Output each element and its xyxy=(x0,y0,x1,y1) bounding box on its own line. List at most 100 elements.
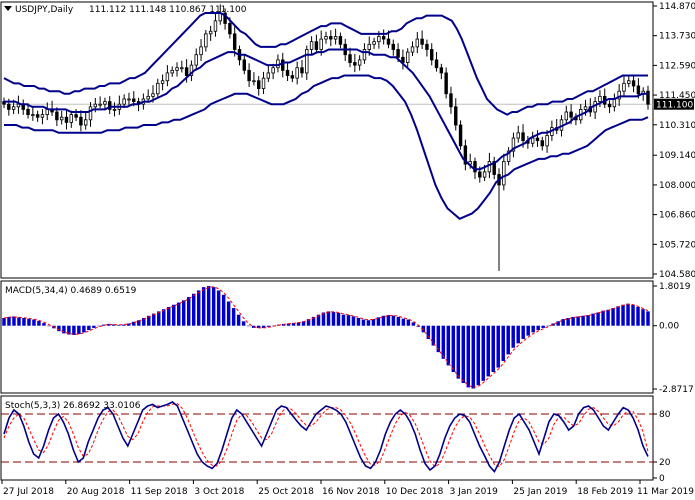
last-price-label: 111.100 xyxy=(656,101,693,111)
macd-bar xyxy=(621,304,625,326)
candle-body xyxy=(127,98,131,101)
candle-body xyxy=(300,67,304,74)
last-price-marker: 111.100 xyxy=(654,98,694,111)
macd-bar xyxy=(536,325,540,331)
candle-body xyxy=(367,43,371,50)
price-tick-label: 106.860 xyxy=(659,211,695,221)
candle-body xyxy=(175,67,179,71)
macd-bar xyxy=(526,325,530,336)
candle-body xyxy=(357,59,362,66)
candle-body xyxy=(165,72,170,82)
macd-bar xyxy=(471,325,476,389)
candle-body xyxy=(247,69,251,82)
candle-body xyxy=(598,95,602,102)
macd-bar xyxy=(511,325,515,348)
price-axis: 114.870113.730112.590111.450110.310109.1… xyxy=(653,2,695,280)
candle-body xyxy=(112,108,117,111)
macd-bar xyxy=(191,293,196,326)
macd-bar xyxy=(152,313,156,326)
candle-body xyxy=(478,171,482,178)
macd-bar xyxy=(531,325,535,333)
candle-body xyxy=(213,20,218,32)
candle-body xyxy=(55,111,59,121)
macd-bar xyxy=(32,319,36,326)
candle-body xyxy=(194,54,198,66)
macd-bar xyxy=(341,314,346,326)
macd-axis: 1.8019 0.00 -2.8717 xyxy=(653,282,694,395)
macd-bar xyxy=(331,312,336,326)
macd-bar xyxy=(176,302,181,326)
candle-body xyxy=(329,36,333,40)
macd-bar xyxy=(431,325,436,346)
candle-body xyxy=(103,101,107,105)
candle-body xyxy=(242,59,247,71)
candle-body xyxy=(69,114,73,123)
time-tick-label: 10 Dec 2018 xyxy=(386,487,444,497)
time-tick-label: 3 Jan 2019 xyxy=(450,487,498,497)
candle-body xyxy=(353,62,357,66)
macd-tick-label: 0.00 xyxy=(659,322,679,332)
candle-body xyxy=(545,135,549,147)
macd-bar xyxy=(626,303,630,326)
candle-body xyxy=(295,67,299,79)
stoch-tick-label: 20 xyxy=(659,458,671,468)
candle-body xyxy=(405,51,410,63)
candle-body xyxy=(391,43,395,50)
macd-bar xyxy=(461,325,466,384)
candle-body xyxy=(59,116,64,121)
macd-bar xyxy=(446,325,451,366)
candle-body xyxy=(444,72,448,95)
macd-bar xyxy=(496,325,500,368)
macd-bar xyxy=(77,325,81,335)
macd-bar xyxy=(87,325,91,331)
macd-bar xyxy=(611,308,615,326)
time-tick-label: 20 Aug 2018 xyxy=(67,487,125,497)
macd-bar xyxy=(606,309,610,326)
candle-body xyxy=(430,49,434,61)
candle-body xyxy=(583,106,588,110)
macd-bar xyxy=(356,317,361,326)
candle-body xyxy=(434,59,439,69)
candle-body xyxy=(530,137,535,144)
macd-bar xyxy=(406,319,411,326)
candle-body xyxy=(631,80,636,87)
macd-bar xyxy=(386,315,391,326)
candle-body xyxy=(7,103,11,110)
macd-bar xyxy=(546,325,550,327)
candle-body xyxy=(151,93,155,97)
usdjpy-chart: 114.870113.730112.590111.450110.310109.1… xyxy=(0,1,695,497)
candle-body xyxy=(564,111,569,121)
macd-bar xyxy=(226,301,231,326)
candle-body xyxy=(324,36,328,40)
candle-body xyxy=(348,54,352,63)
time-tick-label: 16 Nov 2018 xyxy=(322,487,380,497)
macd-bar xyxy=(571,316,575,326)
candle-body xyxy=(338,36,343,45)
candle-body xyxy=(415,38,420,48)
candle-body xyxy=(285,69,290,76)
macd-bar xyxy=(486,325,490,377)
time-axis: 27 Jul 2018 20 Aug 2018 11 Sep 2018 3 Oct 2… xyxy=(1,480,694,497)
candle-body xyxy=(425,43,429,50)
macd-bar xyxy=(22,317,26,326)
macd-bar xyxy=(506,325,510,355)
candle-body xyxy=(204,33,208,48)
candle-body xyxy=(208,30,213,35)
candle-body xyxy=(290,75,295,79)
macd-bar xyxy=(566,317,570,326)
macd-bar xyxy=(92,325,96,328)
candle-body xyxy=(607,103,612,108)
symbol-label: USDJPY,Daily xyxy=(15,5,74,15)
macd-bar xyxy=(371,319,376,326)
macd-bar xyxy=(581,315,585,326)
macd-bar xyxy=(516,325,520,344)
price-tick-label: 105.720 xyxy=(659,240,695,250)
candle-body xyxy=(40,114,45,118)
macd-bar xyxy=(396,316,401,326)
macd-bar xyxy=(616,306,620,326)
candle-body xyxy=(439,67,444,74)
candle-body xyxy=(146,95,150,100)
candle-body xyxy=(271,67,275,74)
price-tick-label: 114.870 xyxy=(659,2,695,12)
price-tick-label: 113.730 xyxy=(659,32,695,42)
